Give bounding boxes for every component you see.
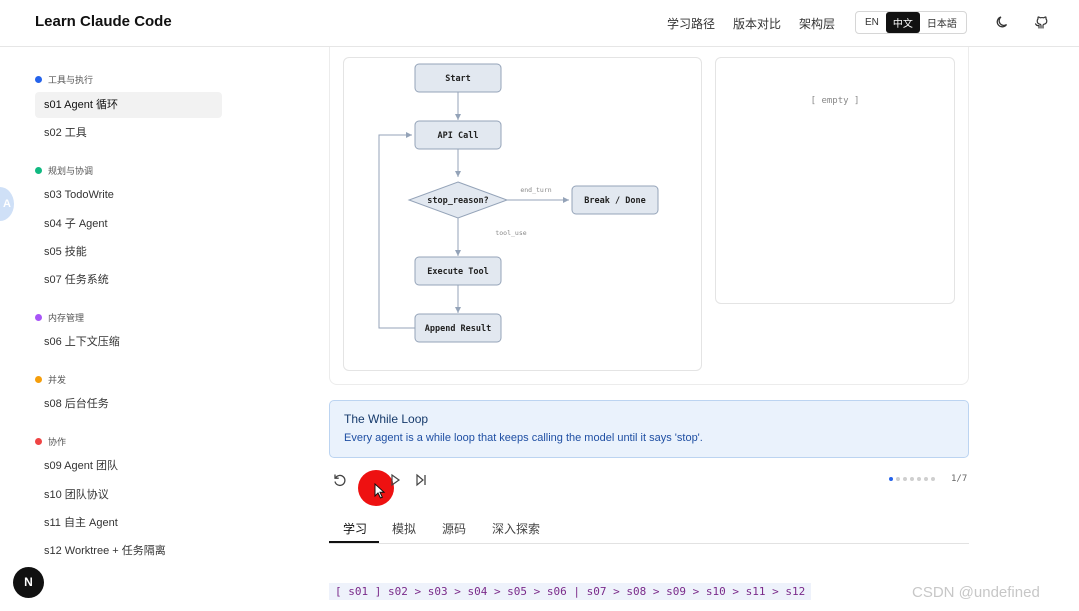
content-tabs: 学习 模拟 源码 深入探索 [329,512,969,544]
nav-architecture[interactable]: 架构层 [799,15,835,32]
sidebar-item-s02[interactable]: s02 工具 [35,120,222,146]
nav-version-compare[interactable]: 版本对比 [733,15,781,32]
progress-dot[interactable] [910,477,914,481]
progress-dot[interactable] [917,477,921,481]
moon-icon[interactable] [995,14,1011,30]
group-label: 协作 [48,437,67,447]
language-switcher: EN 中文 日本語 [855,11,967,34]
play-icon[interactable] [387,472,403,488]
sidebar-item-s07[interactable]: s07 任务系统 [35,267,222,293]
tab-deep-dive[interactable]: 深入探索 [492,520,540,537]
top-nav: 学习路径 版本对比 架构层 [667,15,853,32]
brand-title[interactable]: Learn Claude Code [35,13,172,30]
nav-learning-path[interactable]: 学习路径 [667,15,715,32]
sidebar-item-s11[interactable]: s11 自主 Agent [35,510,222,536]
sidebar-item-s09[interactable]: s09 Agent 团队 [35,453,222,479]
group-dot [35,376,42,383]
group-memory: 内存管理 [35,311,84,324]
empty-placeholder: [ empty ] [810,96,860,106]
group-label: 并发 [48,375,67,385]
lang-ja[interactable]: 日本語 [920,12,964,33]
group-label: 内存管理 [48,313,85,323]
progress-dot[interactable] [924,477,928,481]
group-collaboration: 协作 [35,435,66,448]
step-progress-dots [889,477,935,481]
node-done-label: Break / Done [584,196,645,206]
node-start-label: Start [445,74,471,84]
group-dot [35,167,42,174]
lang-zh[interactable]: 中文 [885,12,920,33]
watermark: CSDN @undefined [912,584,1040,601]
group-concurrency: 并发 [35,373,66,386]
node-append-label: Append Result [425,324,492,334]
tab-source[interactable]: 源码 [442,520,466,537]
sidebar-edge-badge[interactable]: A [0,187,14,221]
reset-icon[interactable] [332,472,348,488]
active-tab-indicator [329,541,379,543]
tab-simulate[interactable]: 模拟 [392,520,416,537]
sidebar-item-s10[interactable]: s10 团队协议 [35,482,222,508]
edge-label-tool-use: tool_use [495,229,526,237]
sidebar-item-s08[interactable]: s08 后台任务 [35,391,222,417]
mouse-cursor-icon [374,483,386,499]
step-info-box: The While Loop Every agent is a while lo… [329,400,969,458]
progress-dot[interactable] [889,477,893,481]
step-description: Every agent is a while loop that keeps c… [344,432,703,444]
node-execute-label: Execute Tool [427,267,488,277]
sidebar-item-s03[interactable]: s03 TodoWrite [35,182,222,208]
group-label: 工具与执行 [48,75,94,85]
sidebar-item-s12[interactable]: s12 Worktree + 任务隔离 [35,538,222,564]
group-dot [35,438,42,445]
progress-dot[interactable] [903,477,907,481]
progress-dot[interactable] [896,477,900,481]
edge-append-api-loop [378,132,415,329]
group-label: 规划与协调 [48,166,94,176]
lesson-breadcrumb: [ s01 ] s02 > s03 > s04 > s05 > s06 | s0… [329,583,812,600]
top-header: Learn Claude Code 学习路径 版本对比 架构层 EN 中文 日本… [0,0,1079,47]
faded-decoration [330,0,460,6]
github-icon[interactable] [1033,14,1049,30]
messages-panel: [ empty ] [715,57,955,304]
group-tools-execution: 工具与执行 [35,73,93,86]
next-logo-badge[interactable]: N [13,567,44,598]
group-planning: 规划与协调 [35,164,93,177]
agent-loop-flowchart: Start API Call stop_reason? Break / Done… [378,63,659,343]
lang-en[interactable]: EN [858,14,886,31]
sidebar-item-s04[interactable]: s04 子 Agent [35,211,222,237]
progress-dot[interactable] [931,477,935,481]
node-decision-label: stop_reason? [427,196,488,206]
sidebar-item-s01[interactable]: s01 Agent 循环 [35,92,222,118]
edge-label-end-turn: end_turn [520,186,551,194]
step-title: The While Loop [344,412,429,426]
group-dot [35,314,42,321]
step-counter: 1/7 [951,474,968,484]
sidebar-item-s05[interactable]: s05 技能 [35,239,222,265]
tab-learn[interactable]: 学习 [343,520,367,537]
group-dot [35,76,42,83]
node-api-label: API Call [438,131,479,141]
skip-end-icon[interactable] [413,472,429,488]
sidebar-item-s06[interactable]: s06 上下文压缩 [35,329,222,355]
